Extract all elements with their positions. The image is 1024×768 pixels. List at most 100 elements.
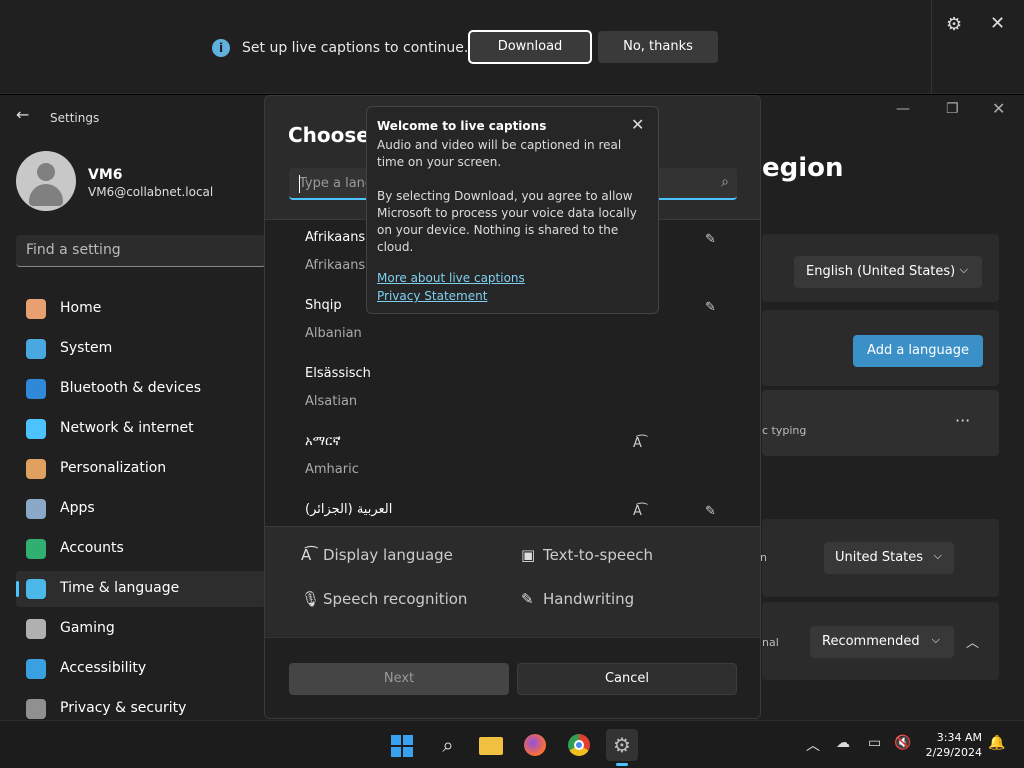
handwriting-feature-icon: ✎ xyxy=(705,504,716,519)
sidebar-item-accessibility[interactable]: Accessibility xyxy=(16,651,266,687)
window-close-icon[interactable]: ✕ xyxy=(992,99,1005,118)
microphone-icon: 🎙 xyxy=(301,590,321,608)
display-language-icon: A͡ xyxy=(301,546,312,564)
language-english-name: Afrikaans xyxy=(305,258,366,273)
language-list-item[interactable]: Elsässisch Alsatian xyxy=(305,358,725,426)
popup-title: Welcome to live captions xyxy=(377,119,547,133)
network-icon[interactable]: ▭ xyxy=(868,735,881,751)
clock-date: 2/29/2024 xyxy=(925,746,982,759)
gamepad-icon xyxy=(26,619,46,639)
sidebar-item-apps[interactable]: Apps xyxy=(16,491,266,527)
cancel-button[interactable]: Cancel xyxy=(517,663,737,695)
home-icon xyxy=(26,299,46,319)
popup-text-intro: Audio and video will be captioned in rea… xyxy=(377,138,622,169)
sidebar-item-home[interactable]: Home xyxy=(16,291,266,327)
sidebar-item-label: System xyxy=(60,340,113,356)
sidebar-item-network-internet[interactable]: Network & internet xyxy=(16,411,266,447)
wifi-icon xyxy=(26,419,46,439)
language-native-name: Elsässisch xyxy=(305,366,371,381)
sidebar-item-gaming[interactable]: Gaming xyxy=(16,611,266,647)
chrome-icon[interactable] xyxy=(563,729,595,761)
text-to-speech-icon: ▣ xyxy=(521,546,536,564)
sidebar-item-time-language[interactable]: Time & language xyxy=(16,571,266,607)
typing-label: c typing xyxy=(762,424,807,437)
download-button[interactable]: Download xyxy=(468,30,592,64)
legend-handwriting: ✎ Handwriting xyxy=(521,590,635,608)
sidebar-item-label: Network & internet xyxy=(60,420,194,436)
sidebar-item-label: Privacy & security xyxy=(60,700,187,716)
system-icon xyxy=(26,339,46,359)
sidebar-item-bluetooth-devices[interactable]: Bluetooth & devices xyxy=(16,371,266,407)
language-english-name: Albanian xyxy=(305,326,362,341)
active-app-indicator xyxy=(616,763,628,766)
clock-time: 3:34 AM xyxy=(936,731,982,744)
handwriting-icon: ✎ xyxy=(521,590,534,608)
display-language-dropdown[interactable]: English (United States) ⌵ xyxy=(794,256,982,288)
notification-bell-icon[interactable]: 🔔 xyxy=(988,735,1005,751)
search-icon[interactable]: ⌕ xyxy=(432,729,464,761)
banner-divider xyxy=(931,0,932,94)
sidebar-item-system[interactable]: System xyxy=(16,331,266,367)
language-native-name: አማርኛ xyxy=(305,434,341,449)
add-language-button[interactable]: Add a language xyxy=(853,335,983,367)
clock[interactable]: 3:34 AM 2/29/2024 xyxy=(924,730,982,760)
sidebar-item-label: Personalization xyxy=(60,460,167,476)
globe-icon xyxy=(26,579,46,599)
start-button[interactable] xyxy=(387,729,419,761)
collapse-chevron-icon[interactable]: ︿ xyxy=(966,632,979,651)
regional-format-label: nal xyxy=(762,636,779,649)
accounts-icon xyxy=(26,539,46,559)
legend-text-to-speech: ▣ Text-to-speech xyxy=(521,546,654,564)
handwriting-feature-icon: ✎ xyxy=(705,300,716,315)
shield-icon xyxy=(26,699,46,719)
back-arrow-icon[interactable]: ← xyxy=(16,105,29,124)
popup-close-icon[interactable]: ✕ xyxy=(631,115,644,134)
onedrive-icon[interactable]: ☁ xyxy=(836,735,850,751)
live-captions-welcome-popup: Welcome to live captions ✕ Audio and vid… xyxy=(366,106,659,314)
sidebar-item-label: Accounts xyxy=(60,540,124,556)
apps-icon xyxy=(26,499,46,519)
language-english-name: Alsatian xyxy=(305,394,358,409)
volume-muted-icon[interactable]: 🔇 xyxy=(894,735,911,751)
settings-title: Settings xyxy=(50,111,100,125)
display-language-feature-icon: A͡ xyxy=(633,504,642,519)
settings-taskbar-icon[interactable]: ⚙ xyxy=(606,729,638,761)
no-thanks-button[interactable]: No, thanks xyxy=(598,31,718,63)
display-language-feature-icon: A͡ xyxy=(633,436,642,451)
sidebar-item-accounts[interactable]: Accounts xyxy=(16,531,266,567)
minimize-icon[interactable]: — xyxy=(896,101,910,117)
regional-format-dropdown[interactable]: Recommended ⌵ xyxy=(810,626,954,658)
language-search-placeholder: Type a lang xyxy=(299,176,374,191)
more-options-icon[interactable]: ··· xyxy=(955,411,970,430)
accessibility-icon xyxy=(26,659,46,679)
sidebar-item-label: Home xyxy=(60,300,102,316)
maximize-icon[interactable]: ❐ xyxy=(946,101,959,117)
legend-display-language: A͡ Display language xyxy=(301,546,453,564)
legend-speech-recognition: 🎙 Speech recognition xyxy=(301,590,468,608)
country-dropdown[interactable]: United States ⌵ xyxy=(824,542,954,574)
info-icon: i xyxy=(212,39,230,57)
sidebar-item-label: Gaming xyxy=(60,620,115,636)
page-title: egion xyxy=(762,153,844,183)
brush-icon xyxy=(26,459,46,479)
sidebar-item-label: Accessibility xyxy=(60,660,147,676)
close-icon[interactable]: ✕ xyxy=(990,13,1005,34)
language-english-name: Amharic xyxy=(305,462,359,477)
sidebar-item-label: Apps xyxy=(60,500,95,516)
privacy-statement-link[interactable]: Privacy Statement xyxy=(377,289,487,303)
file-explorer-icon[interactable] xyxy=(475,729,507,761)
language-list-item[interactable]: العربية (الجزائر) A͡ ✎ xyxy=(305,494,725,526)
country-label: n xyxy=(760,551,767,564)
active-indicator xyxy=(16,581,19,597)
text-cursor xyxy=(299,175,300,193)
find-setting-input[interactable]: Find a setting xyxy=(16,235,266,267)
gear-icon[interactable]: ⚙ xyxy=(946,14,962,35)
banner-message: Set up live captions to continue. xyxy=(242,40,469,56)
next-button[interactable]: Next xyxy=(289,663,509,695)
show-hidden-icons-chevron[interactable]: ︿ xyxy=(806,735,820,755)
firefox-icon[interactable] xyxy=(519,729,551,761)
language-list-item[interactable]: አማርኛ Amharic A͡ xyxy=(305,426,725,494)
more-about-live-captions-link[interactable]: More about live captions xyxy=(377,271,525,285)
sidebar-item-personalization[interactable]: Personalization xyxy=(16,451,266,487)
language-native-name: Shqip xyxy=(305,298,342,313)
